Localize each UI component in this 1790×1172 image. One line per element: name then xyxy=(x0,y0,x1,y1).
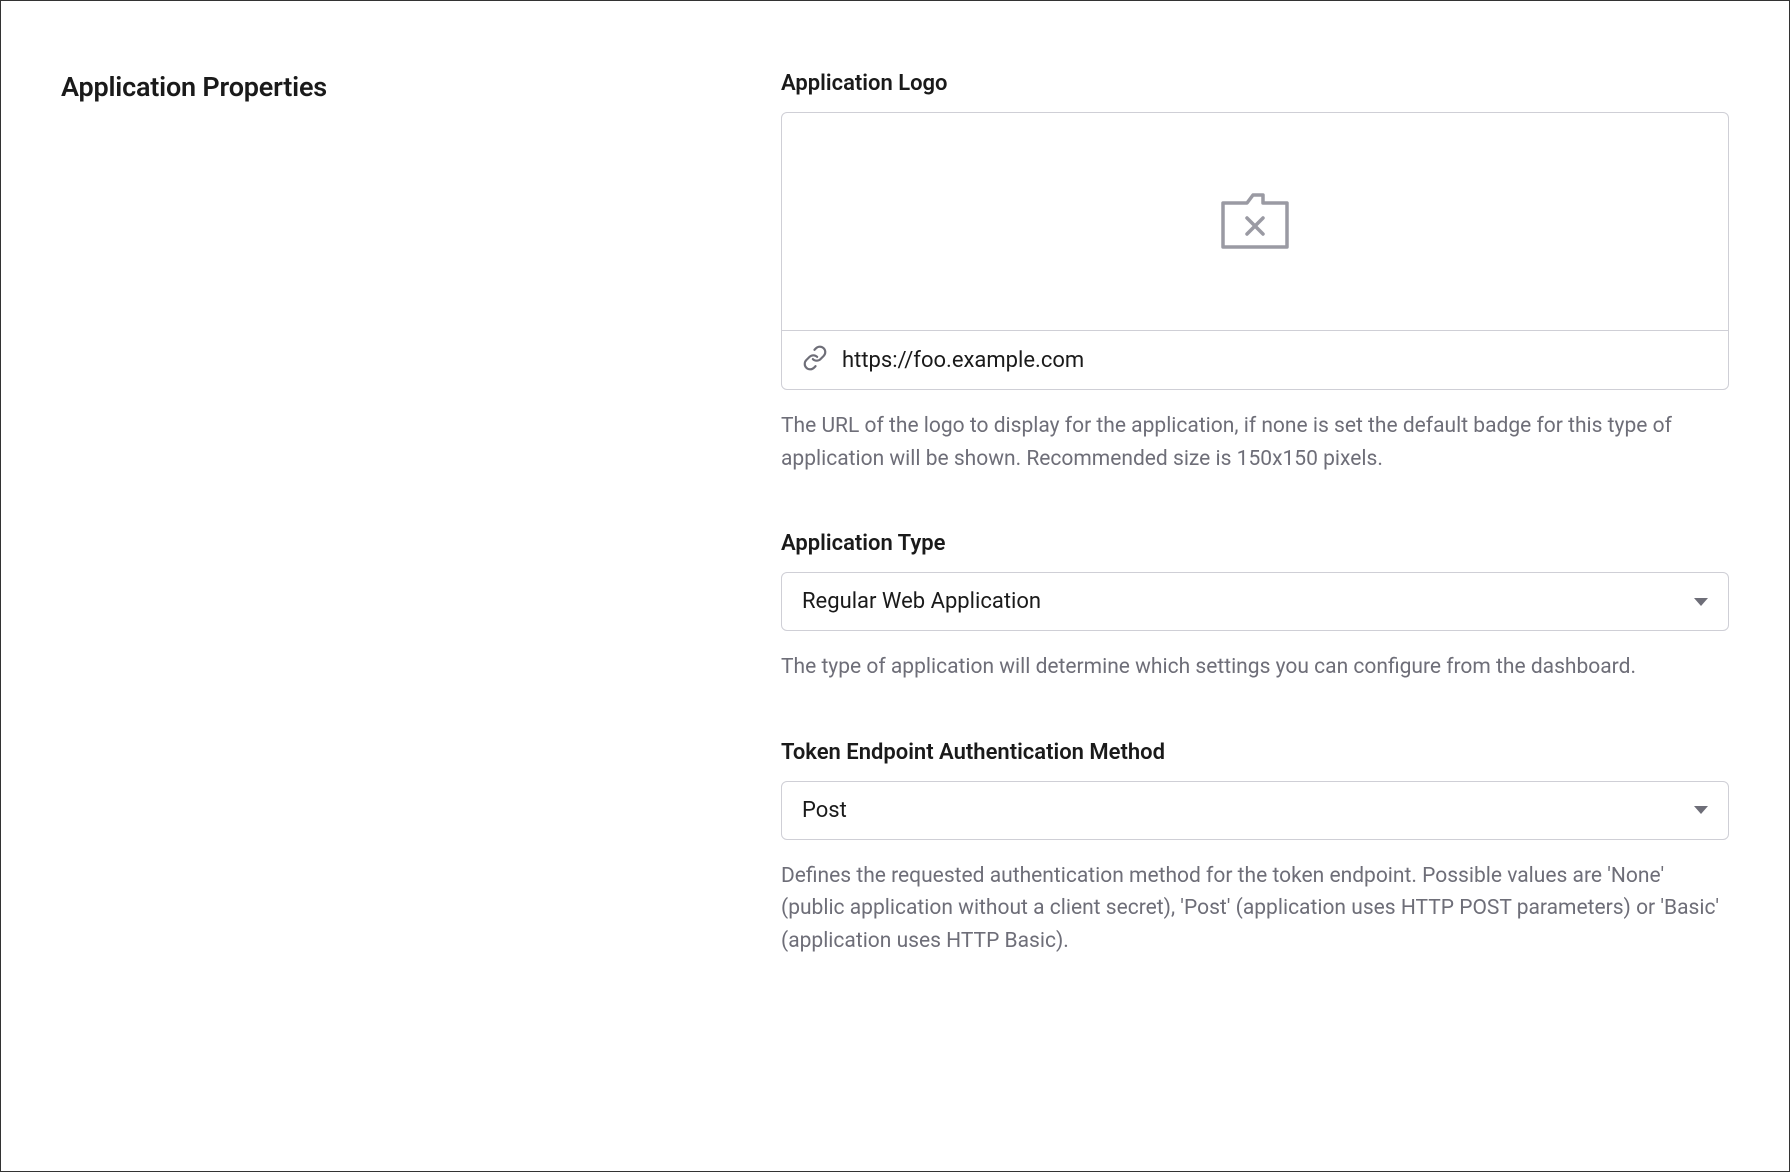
field-application-type: Application Type Regular Web Application… xyxy=(781,531,1729,684)
field-application-logo: Application Logo xyxy=(781,71,1729,475)
chevron-down-icon xyxy=(1694,598,1708,606)
application-logo-help: The URL of the logo to display for the a… xyxy=(781,410,1729,475)
application-type-value: Regular Web Application xyxy=(802,589,1041,614)
folder-x-icon xyxy=(1219,189,1291,255)
field-auth-method: Token Endpoint Authentication Method Pos… xyxy=(781,740,1729,958)
section-heading-column: Application Properties xyxy=(61,71,741,957)
auth-method-label: Token Endpoint Authentication Method xyxy=(781,740,1729,765)
settings-panel: Application Properties Application Logo xyxy=(0,0,1790,1172)
chevron-down-icon xyxy=(1694,806,1708,814)
section-title: Application Properties xyxy=(61,71,741,103)
application-type-select[interactable]: Regular Web Application xyxy=(781,572,1729,631)
auth-method-select[interactable]: Post xyxy=(781,781,1729,840)
auth-method-value: Post xyxy=(802,798,847,823)
application-type-label: Application Type xyxy=(781,531,1729,556)
fields-column: Application Logo xyxy=(781,71,1729,957)
application-logo-label: Application Logo xyxy=(781,71,1729,96)
settings-container: Application Properties Application Logo xyxy=(61,71,1729,957)
logo-url-input[interactable] xyxy=(842,348,1708,373)
logo-preview-area[interactable] xyxy=(782,113,1728,331)
application-type-help: The type of application will determine w… xyxy=(781,651,1729,684)
auth-method-help: Defines the requested authentication met… xyxy=(781,860,1729,958)
logo-box xyxy=(781,112,1729,390)
logo-url-row xyxy=(782,331,1728,389)
link-icon xyxy=(802,345,828,375)
